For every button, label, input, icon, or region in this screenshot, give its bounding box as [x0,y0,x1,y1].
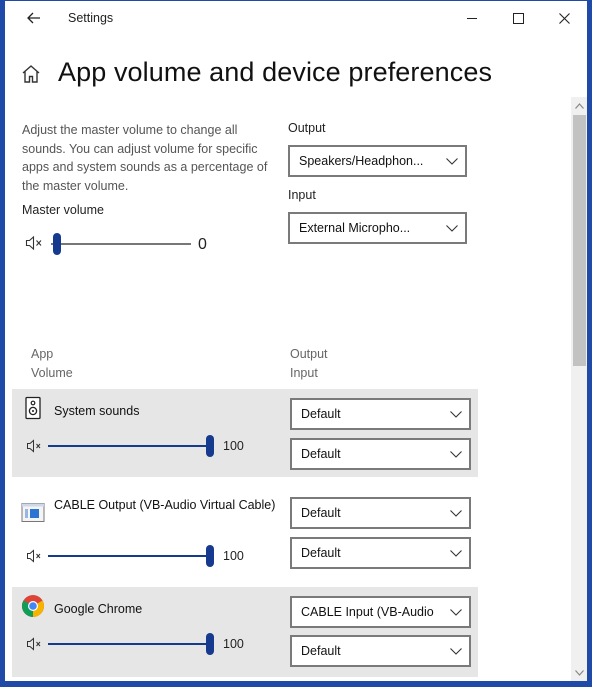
column-header-output: Output [290,347,328,361]
app-input-dropdown[interactable]: Default [290,635,471,667]
app-name: System sounds [54,404,140,418]
column-header-app: App [31,347,54,361]
scroll-down-icon [575,669,584,676]
app-output-dropdown[interactable]: Default [290,398,471,430]
chevron-down-icon [443,440,469,468]
scroll-down-button[interactable] [571,664,587,681]
chevron-down-icon [443,539,469,567]
app-input-value: Default [301,447,341,461]
chevron-down-icon [443,637,469,665]
chrome-icon [21,594,45,618]
app-row-google-chrome: Google Chrome 100 CABLE Input (VB-Audio … [12,587,478,677]
scroll-up-icon [575,102,584,109]
chevron-down-icon [443,499,469,527]
app-volume-value: 100 [223,549,244,563]
close-button[interactable] [541,4,587,32]
app-volume-slider[interactable] [48,435,214,457]
app-volume-slider[interactable] [48,633,214,655]
title-bar: Settings [5,1,587,37]
home-icon[interactable] [20,63,42,85]
output-device-dropdown[interactable]: Speakers/Headphon... [288,145,467,177]
mute-speaker-icon[interactable] [25,235,45,251]
window-app-icon [21,502,45,526]
app-output-value: Default [301,407,341,421]
input-device-value: External Micropho... [299,221,411,235]
app-input-value: Default [301,644,341,658]
settings-window: Settings App volume and device preferenc… [0,0,592,687]
slider-thumb[interactable] [206,633,214,655]
app-name: CABLE Output (VB-Audio Virtual Cable) [54,498,276,512]
minimize-icon [467,18,477,19]
app-volume-value: 100 [223,637,244,651]
output-device-value: Speakers/Headphon... [299,154,424,168]
minimize-button[interactable] [449,4,495,32]
chevron-down-icon [439,214,465,242]
slider-thumb[interactable] [206,435,214,457]
column-header-input: Input [290,366,318,380]
maximize-button[interactable] [495,4,541,32]
app-output-value: Default [301,506,341,520]
scroll-up-button[interactable] [571,97,587,114]
column-header-output-input: Output Input [290,345,328,383]
app-row-system-sounds: System sounds 100 Default Default [12,389,478,477]
input-device-dropdown[interactable]: External Micropho... [288,212,467,244]
slider-thumb[interactable] [206,545,214,567]
input-label: Input [288,188,316,202]
app-input-dropdown[interactable]: Default [290,438,471,470]
slider-track [48,643,212,645]
slider-thumb[interactable] [53,233,61,255]
output-label: Output [288,121,326,135]
master-volume-value: 0 [198,236,207,253]
app-name: Google Chrome [54,602,143,616]
window-title: Settings [68,11,114,25]
mute-speaker-icon[interactable] [26,637,44,651]
speaker-icon [21,396,45,420]
page-title: App volume and device preferences [58,57,493,87]
app-volume-value: 100 [223,439,244,453]
slider-track [48,445,212,447]
back-button[interactable] [17,5,51,31]
back-arrow-icon [27,12,40,24]
app-output-dropdown[interactable]: CABLE Input (VB-Audio [290,596,471,628]
chevron-down-icon [439,147,465,175]
description-text: Adjust the master volume to change all s… [22,123,268,193]
app-volume-slider[interactable] [48,545,214,567]
mute-speaker-icon[interactable] [26,549,44,563]
column-header-app-volume: App Volume [31,345,73,383]
close-icon [558,12,570,24]
app-output-dropdown[interactable]: Default [290,497,471,529]
vertical-scrollbar[interactable] [571,97,587,681]
app-row-cable-output: CABLE Output (VB-Audio Virtual Cable) 10… [12,488,478,576]
maximize-icon [512,12,524,24]
master-volume-label: Master volume [22,203,104,217]
app-input-value: Default [301,546,341,560]
column-header-volume: Volume [31,366,73,380]
master-volume-slider[interactable] [51,233,193,255]
app-input-dropdown[interactable]: Default [290,537,471,569]
chevron-down-icon [443,598,469,626]
slider-track [48,555,212,557]
scroll-thumb[interactable] [573,115,586,366]
slider-track [51,243,191,245]
chevron-down-icon [443,400,469,428]
mute-speaker-icon[interactable] [26,439,44,453]
app-output-value: CABLE Input (VB-Audio [301,605,434,619]
